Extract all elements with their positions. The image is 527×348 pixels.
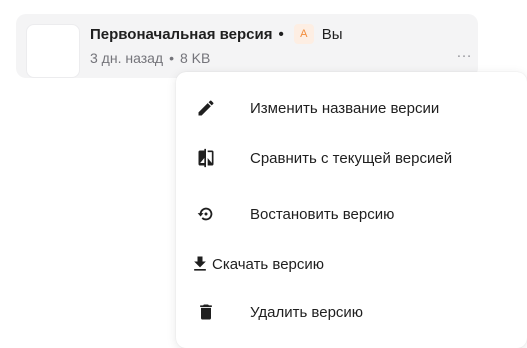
menu-item-label: Востановить версию	[250, 205, 395, 223]
menu-item-label: Удалить версию	[250, 303, 364, 321]
version-size: 8 KB	[180, 50, 211, 66]
title-separator: •	[278, 25, 284, 43]
version-context-menu: Изменить название версии Сравнить с теку…	[176, 72, 527, 348]
menu-item-label: Сравнить с текущей версией	[250, 149, 453, 167]
version-meta: 3 дн. назад • 8 KB	[90, 50, 210, 66]
more-options-button[interactable]: …	[456, 44, 473, 62]
compare-icon	[196, 148, 216, 168]
version-row[interactable]: Первоначальная версия • А Вы 3 дн. назад…	[16, 14, 478, 78]
menu-item-restore[interactable]: Востановить версию	[176, 190, 527, 238]
menu-item-download[interactable]: Скачать версию	[176, 240, 527, 288]
menu-item-rename[interactable]: Изменить название версии	[176, 84, 527, 132]
trash-icon	[196, 302, 216, 322]
pencil-icon	[196, 98, 216, 118]
menu-item-label: Скачать версию	[212, 255, 325, 273]
version-time: 3 дн. назад	[90, 50, 164, 66]
menu-item-delete[interactable]: Удалить версию	[176, 288, 527, 336]
version-thumbnail	[26, 24, 80, 78]
author-name: Вы	[321, 25, 343, 43]
author-avatar: А	[293, 24, 314, 44]
menu-item-label: Изменить название версии	[250, 99, 440, 117]
meta-separator: •	[169, 50, 174, 66]
restore-icon	[196, 204, 216, 224]
download-icon	[190, 254, 210, 274]
version-title-line: Первоначальная версия • А Вы	[90, 24, 343, 44]
menu-item-compare[interactable]: Сравнить с текущей версией	[176, 134, 527, 182]
version-title: Первоначальная версия	[90, 25, 273, 43]
